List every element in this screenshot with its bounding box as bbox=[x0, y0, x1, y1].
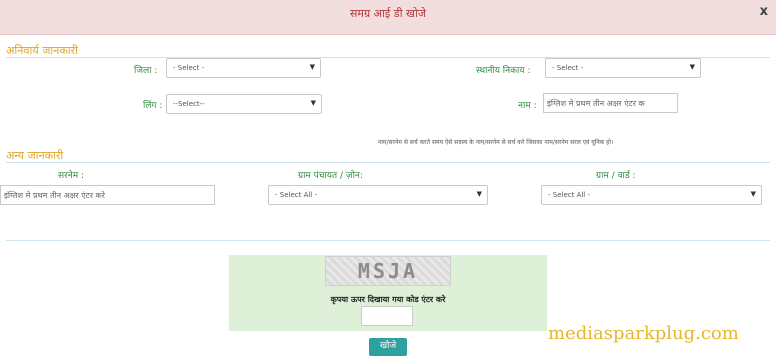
section-divider bbox=[6, 162, 770, 163]
name-input[interactable]: इंग्लिश मे प्रथम तीन अक्षर एंटर क bbox=[543, 93, 678, 113]
surname-input[interactable]: इंग्लिश मे प्रथम तीन अक्षर एंटर करे bbox=[0, 185, 215, 205]
village-select-value: - Select All - bbox=[548, 191, 590, 199]
watermark: mediasparkplug.com bbox=[548, 323, 739, 344]
captcha-code: MSJA bbox=[357, 259, 419, 283]
gender-select-value: --Select-- bbox=[173, 100, 205, 108]
surname-input-placeholder: इंग्लिश मे प्रथम तीन अक्षर एंटर करे bbox=[4, 191, 105, 200]
dialog-title: समग्र आई डी खोजे bbox=[349, 7, 427, 20]
form-divider bbox=[6, 240, 770, 241]
panchayat-select[interactable]: - Select All - ▼ bbox=[268, 185, 488, 205]
close-icon[interactable]: x bbox=[760, 4, 768, 19]
chevron-down-icon: ▼ bbox=[309, 63, 315, 71]
captcha-prompt: कृपया ऊपर दिखाया गया कोड एंटर करे bbox=[330, 295, 446, 304]
chevron-down-icon: ▼ bbox=[310, 99, 316, 107]
other-section-title: अन्य जानकारी bbox=[6, 149, 64, 162]
name-label: नाम : bbox=[518, 101, 537, 111]
panchayat-label: ग्राम पंचायत / ज़ोन: bbox=[298, 171, 363, 181]
district-select-value: - Select - bbox=[173, 64, 205, 72]
captcha-input[interactable] bbox=[361, 306, 413, 326]
mandatory-section-title: अनिवार्य जानकारी bbox=[6, 44, 78, 57]
captcha-image: MSJA bbox=[325, 256, 451, 286]
chevron-down-icon: ▼ bbox=[750, 190, 756, 198]
gender-select[interactable]: --Select-- ▼ bbox=[166, 94, 322, 114]
panchayat-select-value: - Select All - bbox=[275, 191, 317, 199]
surname-label: सरनेम : bbox=[58, 171, 85, 181]
chevron-down-icon: ▼ bbox=[476, 190, 482, 198]
district-select[interactable]: - Select - ▼ bbox=[166, 58, 321, 78]
local-body-select[interactable]: - Select - ▼ bbox=[545, 58, 701, 78]
search-button[interactable]: खोजे bbox=[369, 338, 407, 356]
dialog-header: समग्र आई डी खोजे x bbox=[0, 0, 776, 35]
local-body-label: स्थानीय निकाय : bbox=[476, 66, 531, 76]
search-note: नाम/सरनेम से सर्च करते समय ऐसे सदस्य के … bbox=[378, 139, 614, 146]
district-label: जिला : bbox=[134, 66, 158, 76]
name-input-placeholder: इंग्लिश मे प्रथम तीन अक्षर एंटर क bbox=[547, 99, 645, 108]
chevron-down-icon: ▼ bbox=[689, 63, 695, 71]
village-select[interactable]: - Select All - ▼ bbox=[541, 185, 762, 205]
gender-label: लिंग : bbox=[143, 101, 163, 111]
local-body-select-value: - Select - bbox=[552, 64, 584, 72]
village-label: ग्राम / वार्ड : bbox=[596, 171, 636, 181]
